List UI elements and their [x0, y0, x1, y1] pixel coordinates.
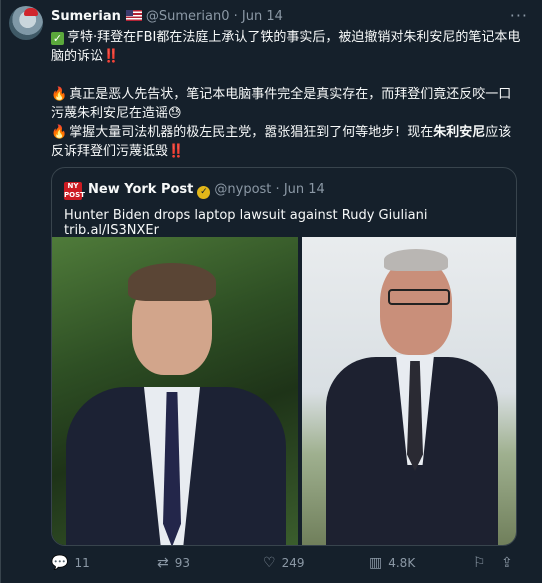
- separator: ·: [233, 9, 238, 24]
- fire-icon: 🔥: [51, 87, 68, 102]
- share-icon: ⇪: [501, 555, 513, 571]
- retweet-icon: ⇄: [157, 555, 169, 571]
- retweet-button[interactable]: ⇄ 93: [157, 555, 190, 571]
- tweet-line-1: ✓ 亨特·拜登在FBI都在法庭上承认了铁的事实后，被迫撤销对朱利安尼的笔记本电脑的…: [51, 30, 521, 64]
- tweet-header: Sumerian @Sumerian0 · Jun 14: [51, 9, 283, 24]
- views-button[interactable]: ▥ 4.8K: [369, 555, 415, 571]
- quoted-tweet-text: Hunter Biden drops laptop lawsuit agains…: [64, 208, 428, 238]
- verified-badge-icon: ✓: [197, 186, 211, 199]
- bold-name: 朱利安尼: [433, 125, 486, 140]
- us-flag-icon: [125, 10, 142, 21]
- tweet-line-2: 🔥 真正是恶人先告状，笔记本电脑事件完全是真实存在，而拜登们竟还反咬一口污蔑朱利安…: [51, 87, 512, 121]
- author-handle[interactable]: @Sumerian0: [146, 9, 230, 24]
- separator: ·: [275, 182, 280, 197]
- reply-count: 11: [74, 556, 90, 570]
- retweet-count: 93: [174, 556, 191, 570]
- avatar[interactable]: [9, 6, 43, 40]
- like-button[interactable]: ♡ 249: [263, 555, 304, 571]
- bookmark-button[interactable]: ⚐: [473, 555, 492, 571]
- share-button[interactable]: ⇪: [501, 555, 519, 571]
- tweet[interactable]: Sumerian @Sumerian0 · Jun 14 ··· ✓ 亨特·拜登在F…: [0, 0, 542, 583]
- more-dots-icon[interactable]: ···: [510, 6, 528, 25]
- fire-icon: 🔥: [51, 125, 68, 140]
- author-name[interactable]: Sumerian: [51, 9, 121, 24]
- double-exclamation-icon: ‼️: [168, 144, 185, 159]
- tweet-line-3: 🔥 掌握大量司法机器的极左民主党，嚣张猖狂到了何等地步！现在朱利安尼应该反诉拜登们…: [51, 125, 512, 159]
- like-count: 249: [281, 556, 305, 570]
- double-exclamation-icon: ‼️: [103, 49, 120, 64]
- hunter-biden-photo[interactable]: [52, 237, 298, 545]
- rudy-giuliani-photo[interactable]: [302, 237, 516, 545]
- views-bar-chart-icon: ▥: [369, 555, 383, 571]
- glasses-icon: [388, 289, 450, 305]
- quoted-tweet[interactable]: NY POST New York Post ✓ @nypost · Jun 14 Hun…: [51, 167, 517, 546]
- quoted-tweet-header: NY POST New York Post ✓ @nypost · Jun 14: [64, 182, 325, 200]
- tweet-date[interactable]: Jun 14: [242, 9, 283, 24]
- check-mark-icon: ✓: [51, 32, 64, 45]
- bookmark-icon: ⚐: [473, 555, 486, 571]
- sweat-face-icon: 😓: [168, 106, 182, 121]
- quoted-author-handle[interactable]: @nypost: [214, 182, 271, 197]
- quoted-date[interactable]: Jun 14: [284, 182, 325, 197]
- heart-icon: ♡: [263, 555, 276, 571]
- view-count: 4.8K: [388, 556, 416, 570]
- tweet-text: ✓ 亨特·拜登在FBI都在法庭上承认了铁的事实后，被迫撤销对朱利安尼的笔记本电脑的…: [51, 28, 521, 161]
- reply-icon: 💬: [51, 555, 69, 571]
- reply-button[interactable]: 💬 11: [51, 555, 90, 571]
- nypost-logo[interactable]: NY POST: [64, 182, 85, 200]
- quoted-author-name[interactable]: New York Post: [88, 182, 193, 197]
